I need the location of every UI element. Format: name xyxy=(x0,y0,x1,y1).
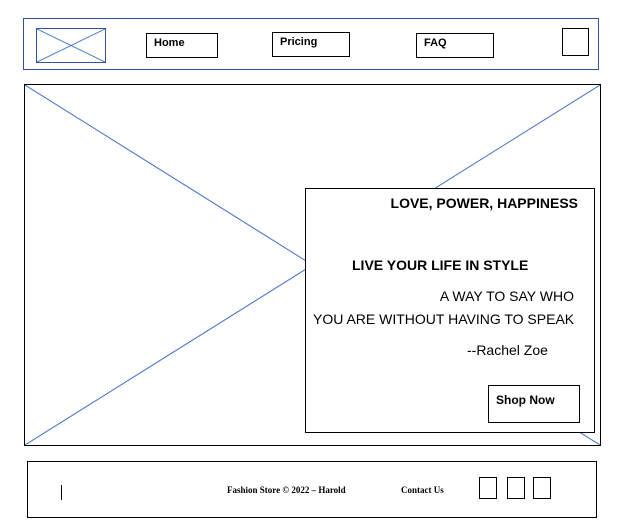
nav-pricing-link[interactable]: Pricing xyxy=(272,32,350,57)
hero-headline: LIVE YOUR LIFE IN STYLE xyxy=(352,257,529,273)
shop-now-button[interactable]: Shop Now xyxy=(488,385,580,423)
image-placeholder-icon xyxy=(37,29,105,62)
social-icon-placeholder-1[interactable] xyxy=(479,477,497,499)
header-icon-placeholder[interactable] xyxy=(562,28,589,56)
footer-copyright: Fashion Store © 2022 – Harold xyxy=(227,485,346,495)
hero-quote-line-1: A WAY TO SAY WHO xyxy=(439,288,574,304)
social-icon-placeholder-3[interactable] xyxy=(533,477,551,499)
hero-tagline: LOVE, POWER, HAPPINESS xyxy=(390,195,578,211)
logo-image-placeholder[interactable] xyxy=(36,28,106,63)
footer-contact-link[interactable]: Contact Us xyxy=(401,485,444,495)
hero-quote-author: --Rachel Zoe xyxy=(467,342,548,358)
hero-quote-line-2: YOU ARE WITHOUT HAVING TO SPEAK xyxy=(313,311,575,327)
text-cursor xyxy=(61,485,62,500)
nav-faq-link[interactable]: FAQ xyxy=(416,33,494,58)
social-icon-placeholder-2[interactable] xyxy=(507,477,525,499)
nav-home-link[interactable]: Home xyxy=(146,33,218,58)
